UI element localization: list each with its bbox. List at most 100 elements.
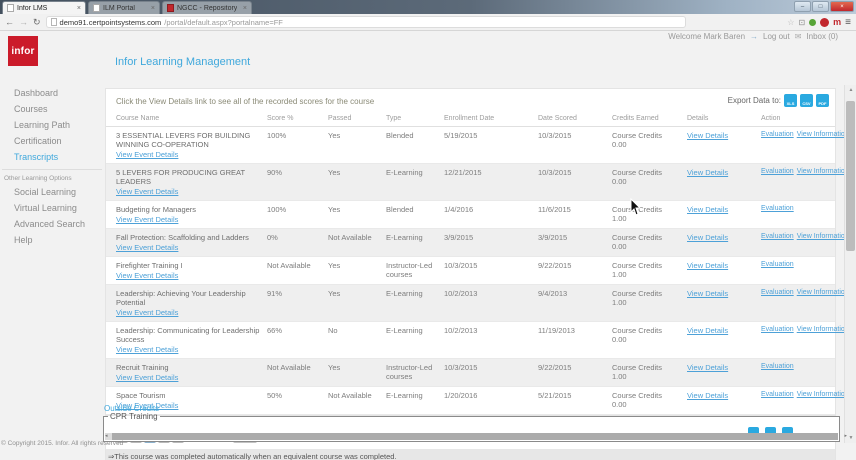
vertical-scrollbar-thumb[interactable] bbox=[846, 101, 855, 251]
view-details-link[interactable]: View Details bbox=[687, 289, 728, 298]
credits-value: 1.00 bbox=[612, 270, 627, 279]
action-link-view-information[interactable]: View Information bbox=[797, 326, 849, 333]
extension-m-icon[interactable]: m bbox=[833, 17, 841, 27]
sidebar-item-advanced-search[interactable]: Advanced Search bbox=[2, 216, 102, 232]
window-close-button[interactable]: × bbox=[830, 1, 854, 12]
url-input[interactable]: demo91.certpointsystems.com /portal/defa… bbox=[45, 16, 686, 28]
horizontal-scrollbar-thumb[interactable] bbox=[112, 433, 838, 440]
type-cell: Blended bbox=[386, 126, 444, 164]
browser-window: Infor LMS × ILM Portal × NGCC - Reposito… bbox=[0, 0, 856, 460]
action-link-evaluation[interactable]: Evaluation bbox=[761, 326, 794, 333]
view-details-link[interactable]: View Details bbox=[687, 168, 728, 177]
score-cell: 90% bbox=[267, 163, 328, 201]
bookmark-star-icon[interactable]: ☆ bbox=[787, 18, 794, 27]
action-link-evaluation[interactable]: Evaluation bbox=[761, 391, 794, 398]
view-details-link[interactable]: View Details bbox=[687, 363, 728, 372]
inbox-link[interactable]: Inbox (0) bbox=[806, 32, 838, 41]
view-details-link[interactable]: View Details bbox=[687, 233, 728, 242]
view-event-details-link[interactable]: View Event Details bbox=[116, 215, 178, 224]
action-link-evaluation[interactable]: Evaluation bbox=[761, 261, 794, 268]
table-row: 5 LEVERS FOR PRODUCING GREAT LEADERS View… bbox=[106, 163, 849, 201]
action-link-evaluation[interactable]: Evaluation bbox=[761, 168, 794, 175]
logout-link[interactable]: Log out bbox=[763, 32, 790, 41]
view-details-link[interactable]: View Details bbox=[687, 261, 728, 270]
view-event-details-link[interactable]: View Event Details bbox=[116, 243, 178, 252]
tab-label: Infor LMS bbox=[17, 4, 48, 12]
horizontal-scrollbar[interactable] bbox=[105, 433, 838, 440]
action-link-view-information[interactable]: View Information bbox=[797, 233, 849, 240]
reload-icon[interactable]: ↻ bbox=[33, 17, 41, 27]
action-link-evaluation[interactable]: Evaluation bbox=[761, 233, 794, 240]
action-link-evaluation[interactable]: Evaluation bbox=[761, 205, 794, 212]
window-maximize-button[interactable]: □ bbox=[812, 1, 829, 12]
close-tab-icon[interactable]: × bbox=[77, 5, 81, 12]
type-cell: Instructor-Led courses bbox=[386, 256, 444, 285]
scroll-left-icon[interactable]: ◂ bbox=[105, 433, 108, 440]
export-csv-icon[interactable]: CSV bbox=[800, 94, 813, 107]
column-header-details: Details bbox=[687, 111, 761, 127]
back-icon[interactable]: ← bbox=[5, 17, 14, 27]
view-event-details-link[interactable]: View Event Details bbox=[116, 271, 178, 280]
export-pdf-icon[interactable]: PDF bbox=[816, 94, 829, 107]
action-link-view-information[interactable]: View Information bbox=[797, 131, 849, 138]
view-details-link[interactable]: View Details bbox=[687, 391, 728, 400]
scored-cell: 9/4/2013 bbox=[538, 284, 612, 322]
details-cell: View Details bbox=[687, 228, 761, 257]
view-details-link[interactable]: View Details bbox=[687, 326, 728, 335]
action-link-evaluation[interactable]: Evaluation bbox=[761, 289, 794, 296]
view-event-details-link[interactable]: View Event Details bbox=[116, 373, 178, 382]
action-link-evaluation[interactable]: Evaluation bbox=[761, 131, 794, 138]
action-link-evaluation[interactable]: Evaluation bbox=[761, 363, 794, 370]
view-details-link[interactable]: View Details bbox=[687, 205, 728, 214]
scored-cell: 11/19/2013 bbox=[538, 321, 612, 359]
action-cell: Evaluation View Information bbox=[761, 228, 849, 257]
table-row: Fall Protection: Scaffolding and Ladders… bbox=[106, 228, 849, 257]
credits-value: 1.00 bbox=[612, 372, 627, 381]
tab-infor-lms[interactable]: Infor LMS × bbox=[2, 1, 86, 14]
export-xls-icon[interactable]: XLS bbox=[784, 94, 797, 107]
view-event-details-link[interactable]: View Event Details bbox=[116, 345, 178, 354]
vertical-scrollbar[interactable]: ▲ ▼ bbox=[844, 85, 856, 443]
course-name-cell: 3 ESSENTIAL LEVERS FOR BUILDING WINNING … bbox=[106, 126, 267, 164]
scroll-right-icon[interactable]: ▸ bbox=[844, 433, 847, 440]
tab-ilm-portal[interactable]: ILM Portal × bbox=[88, 1, 160, 14]
details-cell: View Details bbox=[687, 256, 761, 285]
sidebar-item-transcripts[interactable]: Transcripts bbox=[2, 149, 102, 165]
sidebar-item-learning-path[interactable]: Learning Path bbox=[2, 117, 102, 133]
action-link-view-information[interactable]: View Information bbox=[797, 289, 849, 296]
close-tab-icon[interactable]: × bbox=[243, 5, 247, 12]
browser-extension-icons: ☆ ⊡ m ≡ bbox=[787, 17, 851, 28]
credits-cell: Course Credits0.00 bbox=[612, 228, 687, 257]
sidebar-item-virtual-learning[interactable]: Virtual Learning bbox=[2, 200, 102, 216]
window-minimize-button[interactable]: – bbox=[794, 1, 811, 12]
sidebar-item-help[interactable]: Help bbox=[2, 232, 102, 248]
course-name-cell: 5 LEVERS FOR PRODUCING GREAT LEADERS View… bbox=[106, 163, 267, 201]
enrolled-cell: 10/2/2013 bbox=[444, 284, 538, 322]
cpr-training-legend: CPR Training bbox=[110, 412, 158, 421]
passed-cell: Yes bbox=[328, 358, 386, 387]
screen-share-icon[interactable]: ⊡ bbox=[798, 18, 805, 27]
sidebar-item-social-learning[interactable]: Social Learning bbox=[2, 184, 102, 200]
view-event-details-link[interactable]: View Event Details bbox=[116, 187, 178, 196]
credits-cell: Course Credits0.00 bbox=[612, 321, 687, 359]
enrolled-cell: 3/9/2015 bbox=[444, 228, 538, 257]
tab-ngcc-repository[interactable]: NGCC - Repository × bbox=[162, 1, 252, 14]
menu-icon[interactable]: ≡ bbox=[845, 17, 851, 28]
extension-green-icon[interactable] bbox=[809, 18, 817, 26]
close-tab-icon[interactable]: × bbox=[151, 5, 155, 12]
view-event-details-link[interactable]: View Event Details bbox=[116, 150, 178, 159]
sidebar-item-certification[interactable]: Certification bbox=[2, 133, 102, 149]
scroll-up-icon[interactable]: ▲ bbox=[845, 85, 856, 95]
extension-red-badge-icon[interactable] bbox=[820, 17, 830, 27]
action-link-view-information[interactable]: View Information bbox=[797, 168, 849, 175]
view-event-details-link[interactable]: View Event Details bbox=[116, 308, 178, 317]
action-link-view-information[interactable]: View Information bbox=[797, 391, 849, 398]
ngcc-favicon-icon bbox=[167, 4, 174, 12]
sidebar-item-courses[interactable]: Courses bbox=[2, 101, 102, 117]
forward-icon[interactable]: → bbox=[19, 17, 28, 27]
view-details-link[interactable]: View Details bbox=[687, 131, 728, 140]
sidebar-item-dashboard[interactable]: Dashboard bbox=[2, 85, 102, 101]
enrolled-cell: 1/4/2016 bbox=[444, 200, 538, 229]
course-credits-label: Course Credits bbox=[612, 391, 663, 400]
column-header-credits-earned: Credits Earned bbox=[612, 111, 687, 127]
